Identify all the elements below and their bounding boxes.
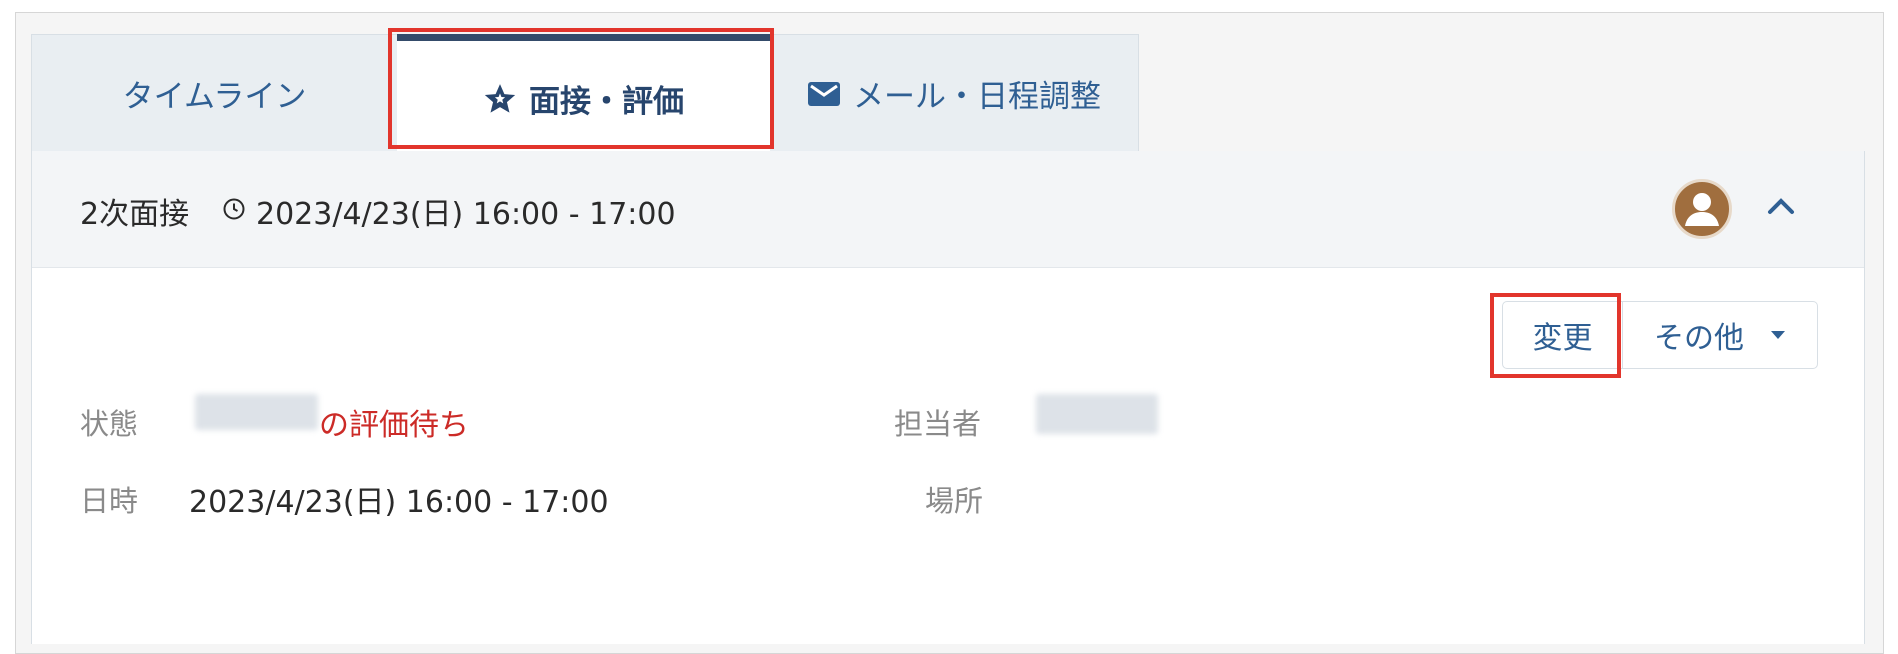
status-value: の評価待ち	[319, 408, 469, 443]
card-header: 2次面接 2023/4/23(日) 16:00 - 17:00	[32, 151, 1864, 268]
other-dropdown-button[interactable]: その他	[1623, 302, 1817, 368]
location-label: 場所	[925, 484, 984, 518]
tab-timeline-label: タイムライン	[122, 79, 307, 115]
user-icon	[1685, 193, 1719, 226]
caret-down-icon	[1770, 330, 1786, 340]
interview-card: 2次面接 2023/4/23(日) 16:00 - 17:00 変更 その他 状…	[31, 151, 1865, 644]
datetime-label: 日時	[80, 484, 139, 518]
assignee-label: 担当者	[894, 407, 982, 441]
star-icon	[483, 82, 517, 116]
status-label: 状態	[80, 407, 139, 441]
tab-bar: タイムライン 面接・評価 メール・日程調整	[31, 34, 1139, 156]
tab-timeline[interactable]: タイムライン	[32, 35, 397, 152]
avatar[interactable]	[1672, 179, 1732, 239]
change-button[interactable]: 変更	[1503, 302, 1623, 368]
tab-interview-evaluation[interactable]: 面接・評価	[397, 34, 770, 156]
tab-mail-label: メール・日程調整	[853, 79, 1101, 115]
tab-mail-schedule[interactable]: メール・日程調整	[770, 35, 1138, 152]
redacted-evaluator-name	[195, 394, 318, 430]
tab-interview-label: 面接・評価	[529, 84, 684, 120]
interview-title: 2次面接	[80, 197, 190, 232]
action-button-group: 変更 その他	[1502, 301, 1818, 369]
mail-icon	[807, 80, 841, 108]
interview-datetime: 2023/4/23(日) 16:00 - 17:00	[256, 197, 676, 232]
chevron-up-icon[interactable]	[1765, 194, 1797, 222]
other-label: その他	[1654, 321, 1744, 356]
datetime-value: 2023/4/23(日) 16:00 - 17:00	[189, 485, 609, 520]
redacted-assignee-name	[1036, 394, 1158, 434]
clock-icon	[222, 197, 246, 225]
